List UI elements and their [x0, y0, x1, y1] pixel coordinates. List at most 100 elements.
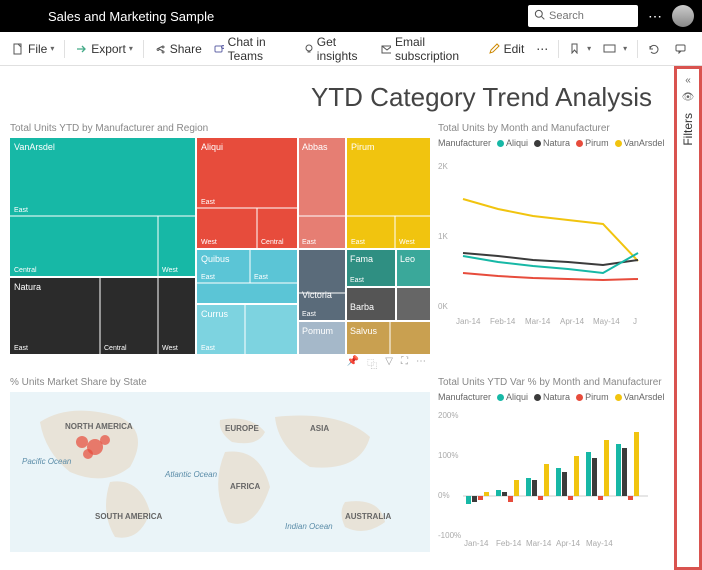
app-header: Sales and Marketing Sample ⋯ — [0, 0, 702, 32]
svg-text:Victoria: Victoria — [302, 290, 332, 300]
share-button[interactable]: Share — [148, 32, 208, 65]
bookmark-button[interactable]: ▾ — [563, 32, 597, 65]
refresh-button[interactable] — [642, 32, 669, 65]
chevron-down-icon: ▾ — [623, 44, 627, 53]
treemap-visual[interactable]: Total Units YTD by Manufacturer and Regi… — [10, 123, 430, 373]
svg-text:VanArsdel: VanArsdel — [14, 142, 55, 152]
filter-icon[interactable]: ▽ — [385, 356, 393, 371]
pencil-icon — [488, 43, 500, 55]
svg-text:Mar-14: Mar-14 — [525, 317, 551, 326]
svg-text:1K: 1K — [438, 232, 448, 241]
svg-text:West: West — [162, 267, 178, 274]
refresh-icon — [648, 43, 659, 54]
visual-title: Total Units YTD by Manufacturer and Regi… — [10, 123, 430, 134]
svg-text:Barba: Barba — [350, 302, 374, 312]
svg-text:2K: 2K — [438, 162, 448, 171]
svg-text:East: East — [350, 277, 364, 284]
map-canvas: NORTH AMERICA SOUTH AMERICA EUROPE AFRIC… — [10, 392, 430, 552]
svg-text:Fama: Fama — [350, 254, 373, 264]
line-chart-svg: 2K 1K 0K Jan-14 Feb-14 Mar-14 Apr-14 May… — [438, 154, 648, 334]
bookmark-icon — [569, 43, 580, 54]
file-menu[interactable]: File▾ — [6, 32, 60, 65]
report-title: Sales and Marketing Sample — [48, 9, 528, 24]
svg-text:East: East — [351, 239, 365, 246]
svg-text:East: East — [14, 207, 28, 214]
map-visual[interactable]: % Units Market Share by State — [10, 377, 430, 547]
separator — [558, 40, 559, 58]
svg-text:Pirum: Pirum — [351, 142, 375, 152]
svg-text:Aliqui: Aliqui — [201, 142, 223, 152]
view-icon — [603, 43, 616, 54]
svg-text:East: East — [302, 311, 316, 318]
report-canvas: YTD Category Trend Analysis Total Units … — [0, 66, 702, 570]
svg-text:East: East — [201, 199, 215, 206]
comment-button[interactable] — [669, 32, 696, 65]
report-page: YTD Category Trend Analysis Total Units … — [0, 66, 674, 570]
legend: Manufacturer Aliqui Natura Pirum VanArsd… — [438, 392, 670, 402]
svg-text:East: East — [201, 345, 215, 352]
export-icon — [75, 43, 87, 55]
share-icon — [154, 43, 166, 55]
svg-text:0K: 0K — [438, 302, 448, 311]
svg-text:0%: 0% — [438, 491, 450, 500]
toolbar: File▾ Export▾ Share Chat in Teams Get in… — [0, 32, 702, 66]
svg-text:100%: 100% — [438, 451, 458, 460]
edit-button[interactable]: Edit — [482, 32, 531, 65]
email-subscription-button[interactable]: Email subscription — [375, 32, 482, 65]
toolbar-more[interactable]: ⋯ — [530, 32, 554, 65]
svg-text:East: East — [302, 239, 316, 246]
eye-icon[interactable]: 👁 — [682, 92, 695, 103]
separator — [143, 40, 144, 58]
separator — [637, 40, 638, 58]
bar-chart-visual[interactable]: Total Units YTD Var % by Month and Manuf… — [438, 377, 670, 553]
chevron-left-icon[interactable]: « — [685, 75, 691, 86]
svg-text:Abbas: Abbas — [302, 142, 328, 152]
filters-pane[interactable]: « 👁 Filters — [674, 66, 702, 570]
visual-title: Total Units by Month and Manufacturer — [438, 123, 670, 134]
line-chart-visual[interactable]: Total Units by Month and Manufacturer Ma… — [438, 123, 670, 373]
pin-icon[interactable]: 📌 — [347, 356, 359, 371]
export-menu[interactable]: Export▾ — [69, 32, 139, 65]
svg-text:Leo: Leo — [400, 254, 415, 264]
svg-text:West: West — [201, 239, 217, 246]
bar-chart-svg: 200% 100% 0% -100% — [438, 408, 648, 548]
svg-text:-100%: -100% — [438, 531, 461, 540]
teams-icon — [214, 43, 224, 55]
search-input[interactable] — [549, 10, 629, 22]
visual-toolbar: 📌 ⿻ ▽ ⛶ ⋯ — [10, 354, 430, 373]
get-insights-button[interactable]: Get insights — [297, 32, 375, 65]
search-box[interactable] — [528, 5, 638, 27]
header-more-icon[interactable]: ⋯ — [648, 8, 662, 25]
copy-icon[interactable]: ⿻ — [367, 356, 377, 371]
svg-text:Mar-14: Mar-14 — [526, 539, 552, 548]
svg-text:200%: 200% — [438, 411, 458, 420]
lightbulb-icon — [303, 43, 313, 55]
svg-text:West: West — [399, 239, 415, 246]
chevron-down-icon: ▾ — [129, 44, 133, 53]
svg-text:Salvus: Salvus — [350, 326, 378, 336]
mail-icon — [381, 43, 391, 55]
svg-text:May-14: May-14 — [593, 317, 620, 326]
more-icon[interactable]: ⋯ — [416, 356, 426, 371]
svg-text:May-14: May-14 — [586, 539, 613, 548]
view-button[interactable]: ▾ — [597, 32, 633, 65]
chevron-down-icon: ▾ — [50, 44, 54, 53]
svg-text:East: East — [254, 274, 268, 281]
filters-label: Filters — [681, 113, 695, 146]
avatar[interactable] — [672, 5, 694, 27]
svg-text:East: East — [14, 345, 28, 352]
comment-icon — [675, 43, 686, 54]
page-title: YTD Category Trend Analysis — [10, 74, 670, 123]
visual-title: Total Units YTD Var % by Month and Manuf… — [438, 377, 670, 388]
svg-text:Apr-14: Apr-14 — [556, 539, 581, 548]
svg-text:J: J — [633, 317, 637, 326]
svg-text:Central: Central — [261, 239, 284, 246]
svg-text:Feb-14: Feb-14 — [490, 317, 516, 326]
chat-teams-button[interactable]: Chat in Teams — [208, 32, 297, 65]
svg-text:Apr-14: Apr-14 — [560, 317, 585, 326]
chevron-down-icon: ▾ — [587, 44, 591, 53]
focus-icon[interactable]: ⛶ — [401, 356, 408, 371]
legend: Manufacturer Aliqui Natura Pirum VanArsd… — [438, 138, 670, 148]
svg-text:Pomum: Pomum — [302, 326, 333, 336]
svg-text:Feb-14: Feb-14 — [496, 539, 522, 548]
